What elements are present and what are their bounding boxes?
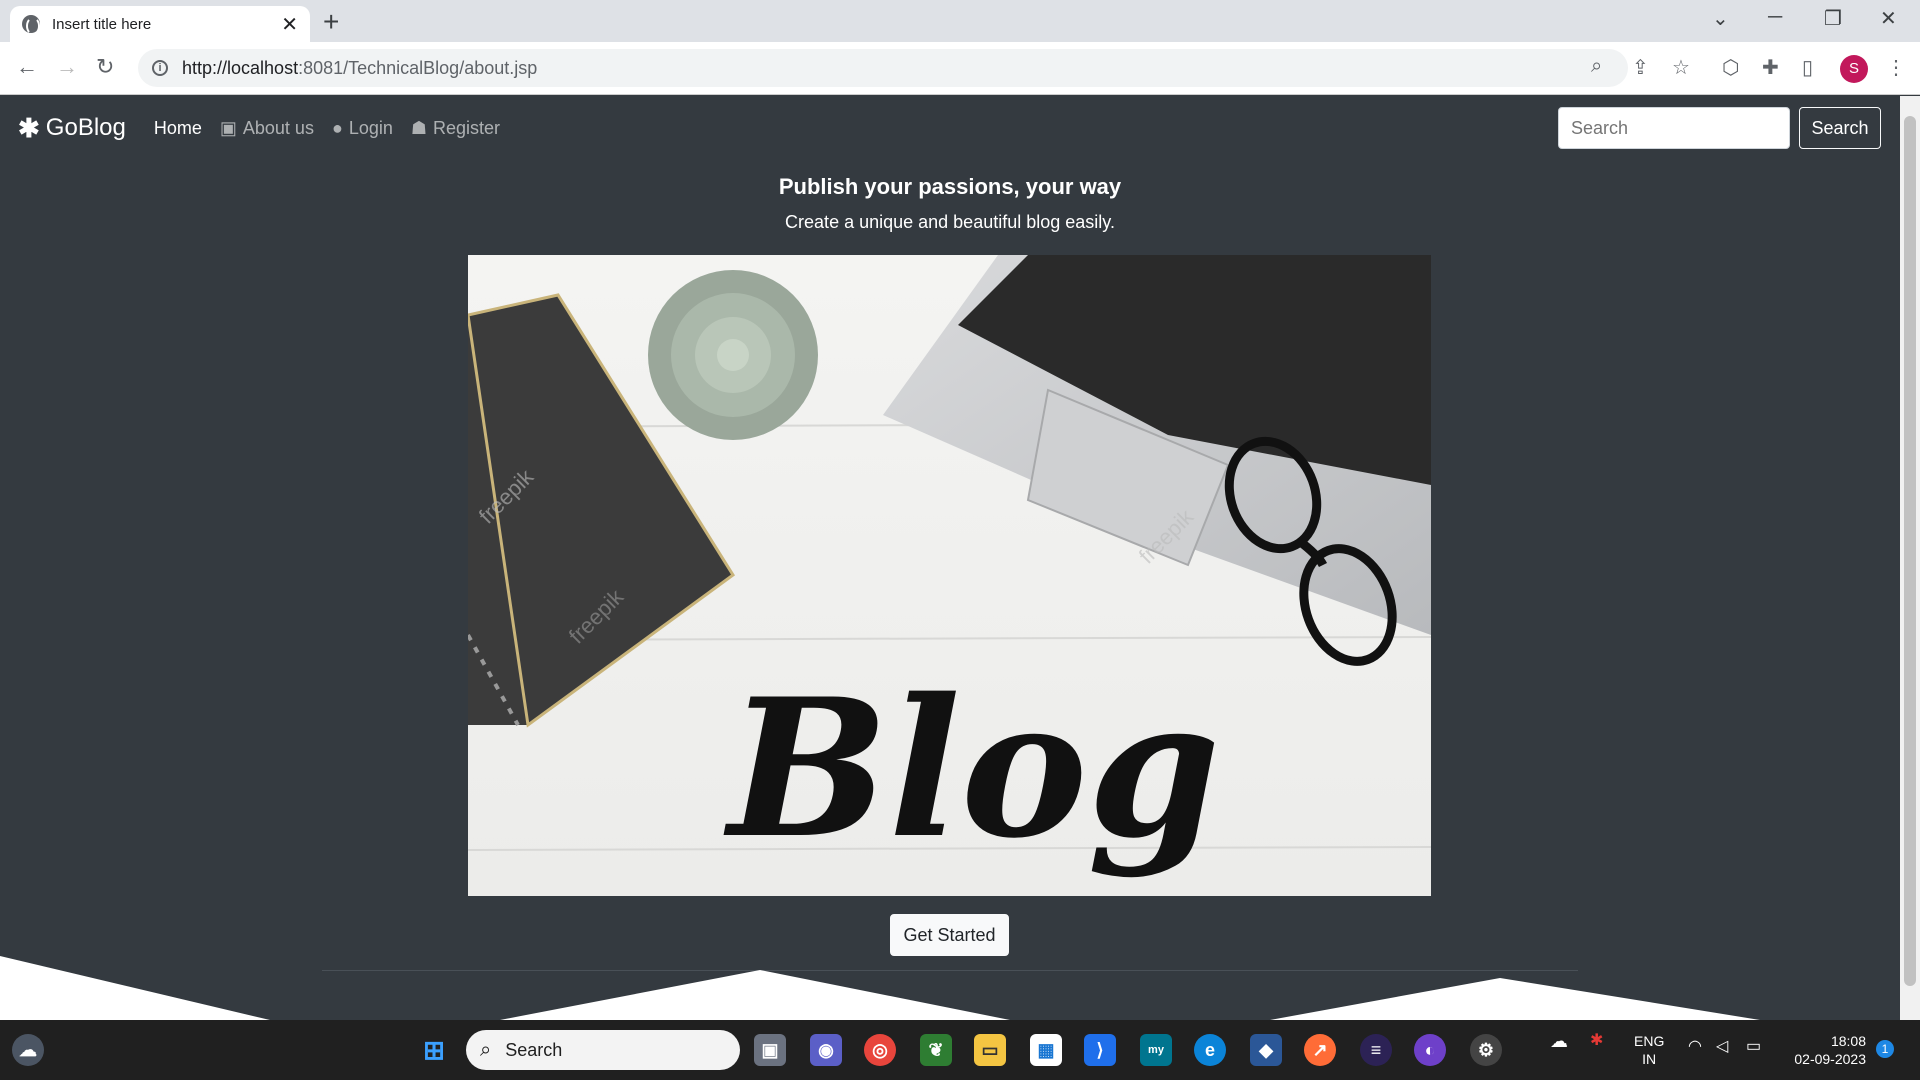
nav-about-label: About us	[242, 117, 314, 138]
tab-title: Insert title here	[52, 15, 152, 33]
browser-chrome: Insert title here ✕ + ⌄ ─ ❐ ✕ ← → ↻ i ht…	[0, 0, 1920, 95]
search-icon: ⌕	[480, 1038, 492, 1061]
brand-name: GoBlog	[45, 114, 126, 141]
hero-title: Publish your passions, your way	[778, 174, 1122, 199]
eclipse-icon[interactable]: ≡	[1360, 1034, 1392, 1066]
blog-script-text: Blog	[723, 657, 1220, 880]
asterisk-icon: ✱	[18, 112, 40, 143]
scrollbar-thumb[interactable]	[1904, 116, 1916, 986]
edge-icon[interactable]: e	[1194, 1034, 1226, 1066]
nav-login[interactable]: ● Login	[332, 118, 393, 139]
spring-tool-icon[interactable]: ❦	[920, 1034, 952, 1066]
user-circle-icon: ●	[331, 117, 343, 138]
clock-time: 18:08	[1830, 1033, 1866, 1049]
bookmark-star-icon[interactable]: ☆	[1672, 55, 1690, 80]
restore-button[interactable]: ❐	[1824, 6, 1842, 31]
taskbar-search[interactable]: ⌕ Search	[466, 1030, 740, 1070]
browser-tab[interactable]: Insert title here ✕	[10, 6, 310, 42]
side-panel-icon[interactable]: ▯	[1802, 55, 1813, 80]
nav-home-label: Home	[153, 117, 202, 138]
nav-about-us[interactable]: ▣ About us	[220, 118, 314, 139]
share-icon[interactable]: ⇪	[1632, 55, 1649, 80]
globe-icon	[22, 15, 40, 35]
hero-image: freepik freepik freepik Blog	[468, 255, 1431, 896]
file-explorer-icon[interactable]: ▭	[974, 1034, 1006, 1066]
tab-search-icon[interactable]: ⌄	[1712, 6, 1729, 31]
volume-icon[interactable]: ◁	[1716, 1038, 1728, 1056]
onedrive-icon[interactable]: ☁	[1550, 1032, 1568, 1050]
forward-icon[interactable]: →	[56, 54, 78, 80]
nav-register-label: Register	[433, 117, 501, 138]
tab-strip: Insert title here ✕ + ⌄ ─ ❐ ✕	[0, 0, 1920, 42]
nav-login-label: Login	[348, 117, 393, 138]
extensions-puzzle-icon[interactable]: ✚	[1762, 55, 1779, 80]
windows-taskbar: ☁ ⊞ ⌕ Search ▣ ◉ ◎ ❦ ▭ ▦ ⟩ my e ◆ ↗ ≡ ◐ …	[0, 1020, 1920, 1080]
brand-link[interactable]: ✱ GoBlog	[18, 113, 126, 144]
bottom-wave-decoration	[0, 956, 1760, 1020]
start-windows-icon[interactable]: ⊞	[418, 1034, 450, 1066]
clock-date: 02-09-2023	[1794, 1051, 1866, 1067]
battery-icon[interactable]: ▭	[1746, 1038, 1761, 1056]
search-input[interactable]	[1558, 107, 1790, 149]
profile-avatar[interactable]: S	[1840, 55, 1868, 83]
address-bar: ← → ↻ i http://localhost:8081/TechnicalB…	[0, 42, 1920, 95]
notification-badge[interactable]: 1	[1876, 1040, 1894, 1058]
task-view-icon[interactable]: ▣	[754, 1034, 786, 1066]
site-navbar: ✱ GoBlog Home ▣ About us ● Login ☗ Register…	[0, 96, 1900, 160]
url-path: :8081/TechnicalBlog/about.jsp	[298, 57, 538, 78]
search-button[interactable]: Search	[1799, 107, 1881, 149]
reload-icon[interactable]: ↻	[96, 54, 114, 80]
window-close-button[interactable]: ✕	[1880, 6, 1897, 31]
lang-top: ENG	[1634, 1033, 1665, 1049]
chrome-icon[interactable]: ◎	[864, 1034, 896, 1066]
extension-cube-icon[interactable]: ⬡	[1722, 55, 1739, 80]
user-plus-icon: ☗	[410, 117, 428, 138]
hero-subtitle: Create a unique and beautiful blog easil…	[785, 212, 1115, 232]
postman-icon[interactable]: ↗	[1304, 1034, 1336, 1066]
web-page: ✱ GoBlog Home ▣ About us ● Login ☗ Register…	[0, 96, 1900, 1020]
lang-bottom: IN	[1642, 1051, 1657, 1067]
wifi-icon[interactable]: ◠	[1688, 1038, 1702, 1056]
tab-close-button[interactable]: ✕	[281, 12, 298, 37]
teams-chat-icon[interactable]: ◉	[810, 1034, 842, 1066]
page-scrollbar[interactable]	[1900, 96, 1920, 1020]
url-field[interactable]: i http://localhost:8081/TechnicalBlog/ab…	[138, 49, 1628, 87]
clock[interactable]: 18:08 02-09-2023	[1786, 1032, 1866, 1068]
menu-dots-icon[interactable]: ⋮	[1886, 55, 1906, 80]
mysql-icon[interactable]: my	[1140, 1034, 1172, 1066]
succulent-plant-shape	[648, 270, 818, 440]
tray-app-icon[interactable]: ✱	[1590, 1032, 1603, 1050]
taskbar-search-label: Search	[505, 1039, 563, 1060]
nav-home[interactable]: Home	[154, 118, 202, 139]
site-info-icon[interactable]: i	[152, 60, 168, 76]
blog-desk-illustration: freepik freepik freepik Blog	[468, 255, 1431, 896]
id-card-icon: ▣	[219, 117, 237, 138]
language-indicator[interactable]: ENG IN	[1634, 1032, 1664, 1068]
nav-register[interactable]: ☗ Register	[411, 118, 500, 139]
url-host: http://localhost	[182, 57, 299, 78]
vscode-icon[interactable]: ⟩	[1084, 1034, 1116, 1066]
get-started-button[interactable]: Get Started	[890, 914, 1009, 956]
zoom-icon[interactable]: ⌕	[1591, 55, 1602, 78]
weather-icon[interactable]: ☁	[12, 1034, 44, 1066]
workbench-icon[interactable]: ◆	[1250, 1034, 1282, 1066]
minimize-button[interactable]: ─	[1768, 6, 1782, 29]
store-icon[interactable]: ▦	[1030, 1034, 1062, 1066]
github-icon[interactable]: ◐	[1414, 1034, 1446, 1066]
new-tab-button[interactable]: +	[323, 6, 339, 38]
back-icon[interactable]: ←	[16, 54, 38, 80]
settings-gear-icon[interactable]: ⚙	[1470, 1034, 1502, 1066]
